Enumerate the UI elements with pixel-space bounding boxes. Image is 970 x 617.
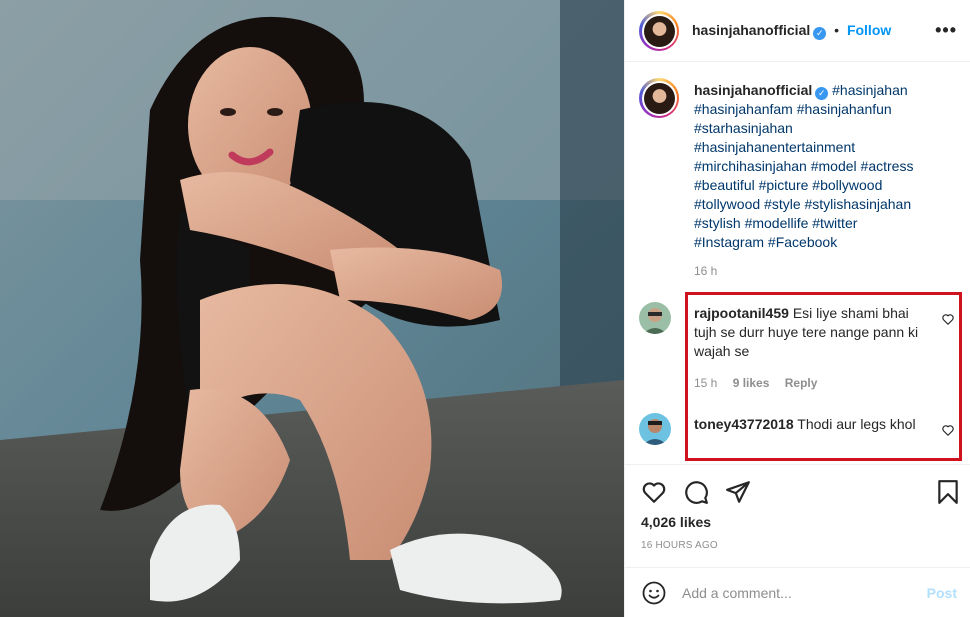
caption-avatar[interactable] bbox=[639, 78, 679, 118]
header-username[interactable]: hasinjahanofficial bbox=[692, 22, 810, 38]
comment-time[interactable]: 15 h bbox=[694, 376, 717, 390]
comment-meta: 15 h 9 likes Reply bbox=[694, 376, 829, 390]
comment-item: rajpootanil459 Esi liye shami bhai tujh … bbox=[639, 302, 959, 392]
hashtag-line[interactable]: #beautiful #picture #bollywood bbox=[694, 176, 964, 195]
verified-badge-icon: ✓ bbox=[815, 87, 829, 100]
author-avatar[interactable] bbox=[639, 11, 679, 51]
hashtag-line[interactable]: #starhasinjahan bbox=[694, 119, 964, 138]
add-comment-bar: Post bbox=[625, 567, 970, 617]
hashtag-line[interactable]: #mirchihasinjahan #model #actress bbox=[694, 157, 964, 176]
more-options-icon[interactable]: ••• bbox=[935, 20, 957, 41]
comment-heart-icon[interactable] bbox=[941, 423, 955, 437]
header-user-row: hasinjahanofficial ✓ • Follow bbox=[692, 22, 891, 40]
verified-badge-icon: ✓ bbox=[813, 27, 827, 40]
commenter-avatar[interactable] bbox=[639, 413, 671, 445]
comment-text: toney43772018 Thodi aur legs khol bbox=[694, 415, 924, 434]
likes-count[interactable]: 4,026 likes bbox=[641, 514, 711, 530]
comment-text: rajpootanil459 Esi liye shami bhai tujh … bbox=[694, 304, 924, 361]
comment-item: toney43772018 Thodi aur legs khol bbox=[639, 413, 959, 457]
comment-username[interactable]: rajpootanil459 bbox=[694, 305, 789, 321]
hashtag-line[interactable]: #hasinjahan bbox=[832, 82, 908, 98]
comment-icon[interactable] bbox=[683, 479, 709, 505]
post-side-panel: hasinjahanofficial ✓ • Follow ••• hasinja… bbox=[624, 0, 970, 617]
hashtag-line[interactable]: #tollywood #style #stylishasinjahan bbox=[694, 195, 964, 214]
heart-icon[interactable] bbox=[641, 479, 667, 505]
caption-time[interactable]: 16 h bbox=[694, 264, 717, 278]
caption-text: hasinjahanofficial ✓ #hasinjahan #hasinja… bbox=[694, 81, 964, 252]
bookmark-icon[interactable] bbox=[935, 479, 961, 505]
commenter-avatar[interactable] bbox=[639, 302, 671, 334]
post-photo[interactable] bbox=[0, 0, 624, 617]
post-header: hasinjahanofficial ✓ • Follow ••• bbox=[625, 0, 970, 62]
hashtag-line[interactable]: #stylish #modellife #twitter bbox=[694, 214, 964, 233]
comment-likes[interactable]: 9 likes bbox=[733, 376, 770, 390]
post-actions-bar bbox=[625, 464, 970, 514]
follow-button[interactable]: Follow bbox=[847, 22, 891, 38]
comment-heart-icon[interactable] bbox=[941, 312, 955, 326]
header-separator: • bbox=[834, 22, 840, 38]
comment-body: Thodi aur legs khol bbox=[797, 416, 916, 432]
comment-input[interactable] bbox=[682, 581, 902, 605]
caption-username[interactable]: hasinjahanofficial bbox=[694, 82, 812, 98]
emoji-icon[interactable] bbox=[642, 581, 666, 605]
hashtag-line[interactable]: #hasinjahanentertainment bbox=[694, 138, 964, 157]
share-icon[interactable] bbox=[725, 479, 751, 505]
hashtag-line[interactable]: #hasinjahanfam #hasinjahanfun bbox=[694, 100, 964, 119]
comment-username[interactable]: toney43772018 bbox=[694, 416, 794, 432]
hashtag-line[interactable]: #Instagram #Facebook bbox=[694, 233, 964, 252]
post-time-ago[interactable]: 16 HOURS AGO bbox=[641, 540, 718, 551]
reply-button[interactable]: Reply bbox=[785, 376, 818, 390]
post-comment-button[interactable]: Post bbox=[927, 585, 957, 601]
